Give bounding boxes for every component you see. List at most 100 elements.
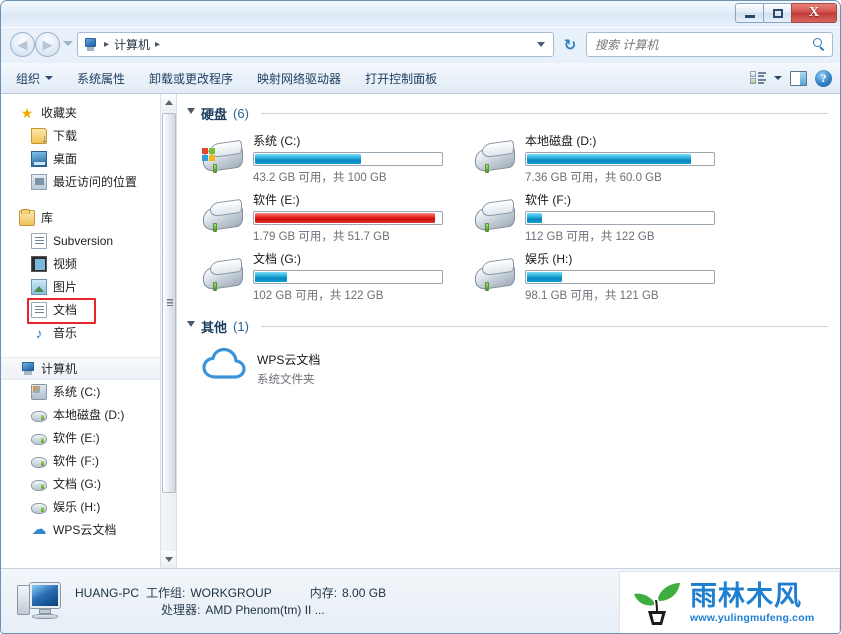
capacity-fill (255, 154, 362, 164)
help-icon[interactable]: ? (815, 69, 832, 87)
sidebar-item-music[interactable]: ♪ 音乐 (1, 321, 176, 344)
sidebar-scrollbar[interactable] (160, 94, 176, 568)
group-hard-disks-label: 硬盘 (201, 106, 228, 122)
drive-name: 本地磁盘 (D:) (525, 134, 597, 148)
scroll-down-icon[interactable] (161, 551, 176, 568)
sidebar-group-libraries[interactable]: 库 (1, 206, 176, 229)
map-network-drive-button[interactable]: 映射网络驱动器 (248, 67, 350, 90)
preview-pane-icon[interactable] (790, 70, 807, 86)
computer-icon (82, 37, 97, 52)
organize-button[interactable]: 组织 (7, 67, 62, 90)
drive-item-f[interactable]: 软件 (F:) 112 GB 可用，共 122 GB (463, 189, 735, 248)
sidebar-item-desktop-label: 桌面 (53, 152, 78, 166)
view-mode-icon[interactable] (750, 71, 766, 85)
group-header-hard-disks[interactable]: 硬盘 (6) (177, 100, 840, 126)
other-item-wps-cloud[interactable]: WPS云文档 系统文件夹 (177, 339, 840, 387)
drive-item-e[interactable]: 软件 (E:) 1.79 GB 可用，共 51.7 GB (191, 189, 463, 248)
sidebar-item-drive-e[interactable]: 软件 (E:) (1, 426, 176, 449)
group-divider (260, 325, 828, 327)
music-icon: ♪ (35, 324, 43, 341)
title-bar: X (1, 1, 840, 28)
downloads-icon (31, 127, 47, 145)
drive-item-c[interactable]: 系统 (C:) 43.2 GB 可用，共 100 GB (191, 130, 463, 189)
drive-free-space: 102 GB 可用，共 122 GB (253, 290, 384, 302)
sidebar-group-libraries-label: 库 (41, 211, 54, 225)
sidebar-item-subversion[interactable]: Subversion (1, 229, 176, 252)
collapse-triangle-icon[interactable] (187, 321, 195, 331)
forward-button[interactable]: ▶ (35, 32, 60, 57)
uninstall-change-program-button[interactable]: 卸载或更改程序 (140, 67, 242, 90)
sidebar-item-documents[interactable]: 文档 (1, 298, 176, 324)
sidebar-item-music-label: 音乐 (53, 326, 78, 340)
drive-item-h[interactable]: 娱乐 (H:) 98.1 GB 可用，共 121 GB (463, 248, 735, 307)
drive-item-g[interactable]: 文档 (G:) 102 GB 可用，共 122 GB (191, 248, 463, 307)
map-network-drive-label: 映射网络驱动器 (257, 71, 342, 86)
drive-free-space: 98.1 GB 可用，共 121 GB (525, 290, 659, 302)
search-box[interactable] (586, 32, 833, 57)
pictures-icon (31, 278, 47, 295)
window-controls: X (735, 3, 837, 23)
sidebar-item-drive-h[interactable]: 娱乐 (H:) (1, 495, 176, 518)
hard-drive-icon (31, 479, 47, 491)
system-drive-icon (31, 383, 47, 400)
library-icon (19, 208, 35, 226)
minimize-button[interactable] (735, 3, 764, 23)
sidebar-item-subversion-label: Subversion (53, 233, 114, 248)
collapse-triangle-icon[interactable] (187, 108, 195, 118)
breadcrumb-separator-icon: ▸ (104, 39, 110, 50)
sidebar-item-drive-e-label: 软件 (E:) (53, 431, 100, 445)
maximize-restore-button[interactable] (763, 3, 792, 23)
hard-drive-icon (473, 198, 517, 239)
sidebar-item-downloads[interactable]: 下载 (1, 124, 176, 147)
sidebar-item-drive-f[interactable]: 软件 (F:) (1, 449, 176, 472)
toolbar-right-group: ? (750, 69, 840, 87)
system-properties-button[interactable]: 系统属性 (68, 67, 134, 90)
drive-name: 软件 (E:) (253, 193, 300, 207)
sidebar-item-wps-cloud[interactable]: ☁ WPS云文档 (1, 518, 176, 541)
search-input[interactable] (593, 36, 813, 53)
sidebar-group-favorites-label: 收藏夹 (41, 106, 78, 120)
sidebar-item-documents-label: 文档 (53, 303, 78, 317)
sidebar-item-recent-places-label: 最近访问的位置 (53, 175, 138, 189)
sidebar-item-desktop[interactable]: 桌面 (1, 147, 176, 170)
window-body: ★ 收藏夹 下载 桌面 最近访问的位置 (1, 94, 840, 568)
sidebar-group-computer[interactable]: 计算机 (1, 357, 173, 380)
sidebar-group-favorites[interactable]: ★ 收藏夹 (1, 101, 176, 124)
breadcrumb-computer[interactable]: 计算机 (114, 36, 150, 53)
address-bar[interactable]: ▸ 计算机 ▸ (77, 32, 554, 57)
sidebar-item-videos[interactable]: 视频 (1, 252, 176, 275)
scroll-up-icon[interactable] (161, 94, 176, 111)
sidebar-item-drive-c[interactable]: 系统 (C:) (1, 380, 176, 403)
breadcrumb-separator-icon[interactable]: ▸ (155, 39, 160, 50)
chevron-down-icon[interactable] (774, 76, 782, 80)
drive-item-d[interactable]: 本地磁盘 (D:) 7.36 GB 可用，共 60.0 GB (463, 130, 735, 189)
computer-icon (19, 361, 35, 377)
computer-icon (17, 581, 63, 623)
hard-drive-icon (31, 502, 47, 514)
back-button[interactable]: ◀ (10, 32, 35, 57)
refresh-icon: ↻ (563, 36, 577, 54)
sidebar-item-recent-places[interactable]: 最近访问的位置 (1, 170, 176, 193)
sidebar-item-drive-d[interactable]: 本地磁盘 (D:) (1, 403, 176, 426)
desktop-icon (31, 150, 47, 167)
memory-value: 8.00 GB (342, 586, 387, 600)
capacity-bar (253, 270, 443, 284)
scrollbar-thumb[interactable] (162, 113, 176, 493)
close-button[interactable]: X (791, 3, 837, 23)
refresh-button[interactable]: ↻ (558, 32, 582, 57)
search-icon[interactable] (813, 38, 826, 51)
drive-free-space: 1.79 GB 可用，共 51.7 GB (253, 231, 390, 243)
group-header-other[interactable]: 其他 (1) (177, 313, 840, 339)
organize-label: 组织 (16, 71, 41, 86)
chevron-down-icon[interactable] (537, 42, 545, 47)
drive-name: 娱乐 (H:) (525, 252, 573, 266)
pc-name: HUANG-PC (75, 586, 140, 600)
sidebar-item-drive-g[interactable]: 文档 (G:) (1, 472, 176, 495)
open-control-panel-button[interactable]: 打开控制面板 (356, 67, 446, 90)
hard-drive-icon (473, 257, 517, 298)
sidebar-item-pictures[interactable]: 图片 (1, 275, 176, 298)
capacity-fill (255, 272, 287, 282)
history-dropdown-icon[interactable] (63, 41, 73, 46)
